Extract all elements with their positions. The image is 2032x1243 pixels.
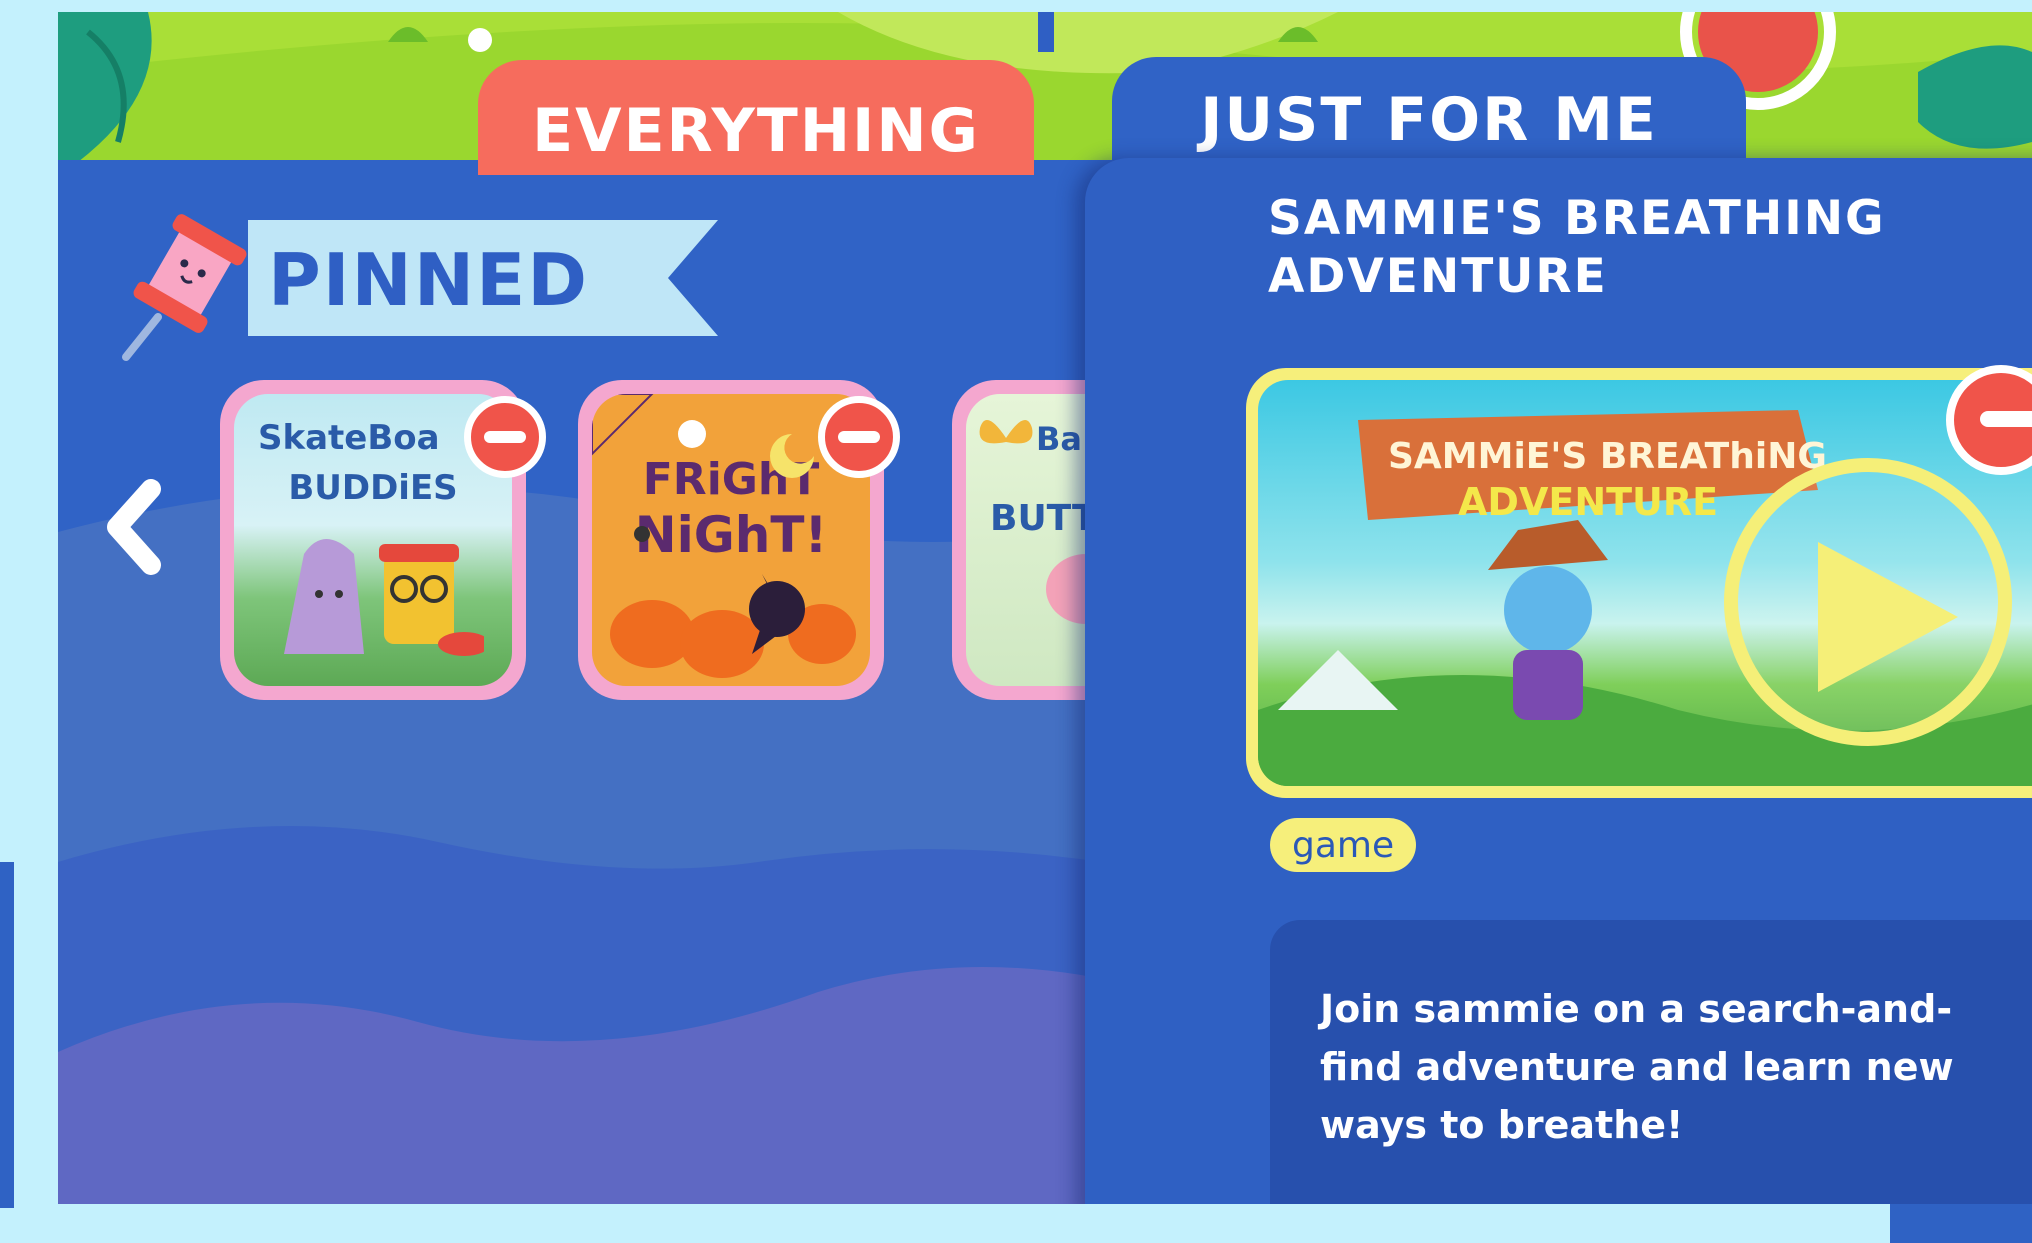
- feature-title-line2: ADVENTURE: [1268, 249, 1608, 304]
- play-icon: [1818, 542, 1958, 692]
- tab-just-for-me[interactable]: JUST FOR ME: [1112, 57, 1746, 172]
- play-button[interactable]: [1724, 458, 2012, 746]
- remove-icon: [484, 431, 526, 443]
- pinned-heading: PINNED: [268, 238, 590, 322]
- butterfly-icon: [979, 420, 1033, 444]
- chevron-left-icon: [107, 479, 161, 575]
- feature-art-sign-line1: SAMMiE'S BREAThiNG: [1388, 436, 1827, 477]
- carousel-prev-button[interactable]: [100, 472, 170, 582]
- background-strip: [0, 862, 14, 1208]
- remove-pin-button[interactable]: [464, 396, 546, 478]
- tab-everything-label: EVERYTHING: [532, 96, 980, 166]
- content-type-tag: game: [1270, 818, 1417, 872]
- feature-description: Join sammie on a search-and-find adventu…: [1320, 987, 1954, 1147]
- app-window: EVERYTHING JUST FOR ME PINNED SkateBoa B…: [58, 12, 2032, 1204]
- tab-just-for-me-label: JUST FOR ME: [1200, 85, 1658, 155]
- remove-icon: [1980, 411, 2032, 427]
- remove-pin-button[interactable]: [818, 396, 900, 478]
- card-title-line2: BUDDiES: [288, 468, 458, 508]
- pin-icon: [118, 207, 258, 367]
- feature-title-line1: SAMMIE'S BREATHING: [1268, 191, 1886, 246]
- feature-title: SAMMIE'S BREATHING ADVENTURE: [1268, 190, 1988, 306]
- remove-icon: [838, 431, 880, 443]
- feature-art-sign-line2: ADVENTURE: [1458, 480, 1719, 524]
- tab-everything[interactable]: EVERYTHING: [478, 60, 1034, 175]
- card-art: [284, 539, 484, 656]
